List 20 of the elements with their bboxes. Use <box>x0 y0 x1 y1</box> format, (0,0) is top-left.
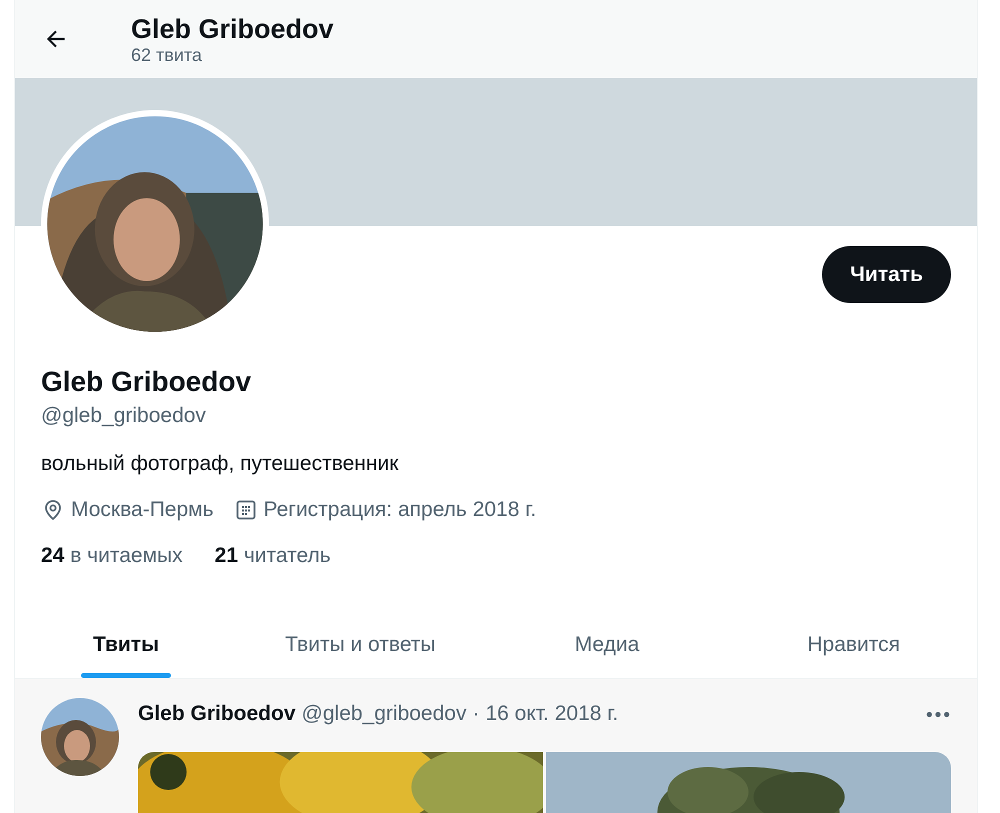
separator-dot: · <box>472 702 480 726</box>
follow-stat-link[interactable]: 24 в читаемых <box>41 544 183 568</box>
profile-bio: вольный фотограф, путешественник <box>41 452 400 476</box>
calendar-icon <box>234 498 258 522</box>
tweet-date: 16 окт. 2018 г. <box>485 702 618 726</box>
header-title: Gleb Griboedov <box>131 12 334 44</box>
profile-tab[interactable]: Нравится <box>730 612 978 678</box>
tweet-handle: @gleb_griboedov <box>302 702 466 726</box>
location-text: Москва-Пермь <box>71 498 214 522</box>
profile-tab[interactable]: Твиты и ответы <box>237 612 484 678</box>
follow-button[interactable]: Читать <box>822 246 951 303</box>
profile-handle: @gleb_griboedov <box>41 404 207 428</box>
more-options-icon[interactable] <box>925 710 951 718</box>
tweet-author: Gleb Griboedov <box>138 702 296 726</box>
join-date: Регистрация: апрель 2018 г. <box>264 498 536 522</box>
profile-tab[interactable]: Медиа <box>484 612 730 678</box>
profile-tab[interactable]: Твиты <box>15 612 237 678</box>
follow-stat-link[interactable]: 21 читатель <box>214 544 331 568</box>
tweet-count: 62 твита <box>131 44 203 66</box>
profile-name: Gleb Griboedov <box>41 366 252 398</box>
